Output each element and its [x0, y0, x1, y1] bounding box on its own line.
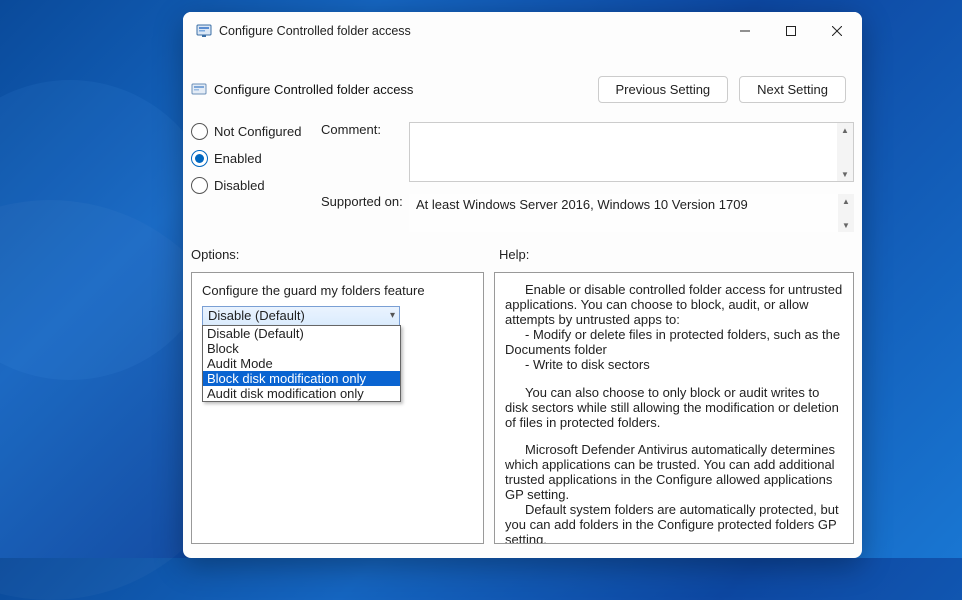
dropdown-option[interactable]: Block — [203, 341, 400, 356]
feature-label: Configure the guard my folders feature — [202, 283, 473, 298]
dialog-window: Configure Controlled folder access Confi… — [183, 12, 862, 558]
dropdown-option-highlighted[interactable]: Block disk modification only — [203, 371, 400, 386]
options-panel: Configure the guard my folders feature D… — [191, 272, 484, 544]
scrollbar[interactable]: ▲ ▼ — [838, 194, 854, 232]
options-section-label: Options: — [191, 247, 499, 262]
scroll-down-icon[interactable]: ▼ — [837, 167, 853, 181]
supported-on-box: At least Windows Server 2016, Windows 10… — [409, 194, 854, 232]
radio-label: Enabled — [214, 151, 262, 166]
help-bullet: - Write to disk sectors — [505, 358, 843, 373]
comment-label: Comment: — [321, 122, 405, 182]
maximize-button[interactable] — [768, 16, 814, 46]
next-setting-button[interactable]: Next Setting — [739, 76, 846, 103]
help-paragraph: You can also choose to only block or aud… — [505, 386, 843, 431]
scrollbar[interactable]: ▲ ▼ — [837, 123, 853, 181]
close-button[interactable] — [814, 16, 860, 46]
radio-icon — [191, 150, 208, 167]
supported-label: Supported on: — [321, 194, 405, 232]
radio-label: Not Configured — [214, 124, 301, 139]
help-bullet: - Modify or delete files in protected fo… — [505, 328, 843, 358]
radio-icon — [191, 123, 208, 140]
help-paragraph: Default system folders are automatically… — [505, 503, 843, 544]
scroll-down-icon[interactable]: ▼ — [838, 218, 854, 232]
radio-enabled[interactable]: Enabled — [191, 150, 321, 167]
policy-title: Configure Controlled folder access — [214, 82, 598, 97]
help-section-label: Help: — [499, 247, 529, 262]
supported-on-value: At least Windows Server 2016, Windows 10… — [416, 197, 748, 212]
scroll-up-icon[interactable]: ▲ — [838, 194, 854, 208]
dropdown-option[interactable]: Audit Mode — [203, 356, 400, 371]
minimize-button[interactable] — [722, 16, 768, 46]
dropdown-option[interactable]: Disable (Default) — [203, 326, 400, 341]
scroll-up-icon[interactable]: ▲ — [837, 123, 853, 137]
help-paragraph: Enable or disable controlled folder acce… — [505, 283, 843, 328]
previous-setting-button[interactable]: Previous Setting — [598, 76, 729, 103]
dropdown-list: Disable (Default) Block Audit Mode Block… — [202, 325, 401, 402]
radio-not-configured[interactable]: Not Configured — [191, 123, 321, 140]
comment-textarea[interactable]: ▲ ▼ — [409, 122, 854, 182]
policy-header-icon — [191, 82, 207, 98]
radio-disabled[interactable]: Disabled — [191, 177, 321, 194]
titlebar[interactable]: Configure Controlled folder access — [183, 12, 862, 50]
window-title: Configure Controlled folder access — [219, 24, 722, 38]
chevron-down-icon: ▾ — [390, 310, 395, 321]
help-panel: Enable or disable controlled folder acce… — [494, 272, 854, 544]
radio-label: Disabled — [214, 178, 265, 193]
help-paragraph: Microsoft Defender Antivirus automatical… — [505, 443, 843, 503]
dropdown-option[interactable]: Audit disk modification only — [203, 386, 400, 401]
radio-icon — [191, 177, 208, 194]
policy-icon — [196, 23, 212, 39]
dropdown-selected-value: Disable (Default) — [208, 308, 305, 323]
